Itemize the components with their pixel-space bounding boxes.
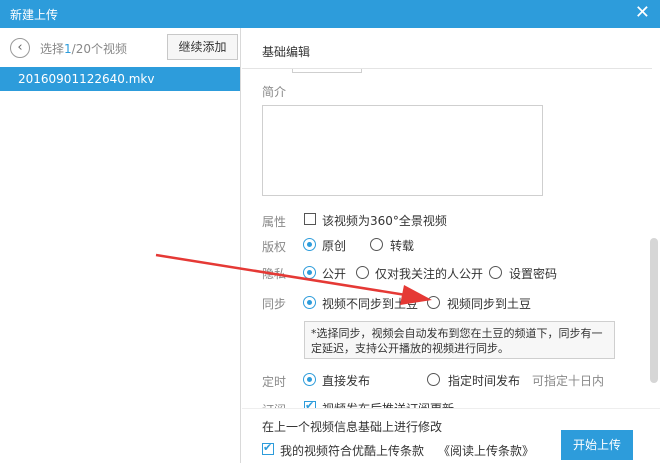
cover-select-box[interactable]	[292, 69, 362, 73]
modify-hint: 在上一个视频信息基础上进行修改	[262, 420, 443, 434]
timing-direct-radio[interactable]	[303, 373, 316, 386]
copyright-label: 版权	[262, 240, 287, 254]
panorama-360-label: 该视频为360°全景视频	[322, 214, 447, 228]
copyright-original-label: 原创	[322, 239, 347, 253]
privacy-followers-radio[interactable]	[356, 266, 369, 279]
privacy-password-radio[interactable]	[489, 266, 502, 279]
privacy-public-label: 公开	[322, 267, 347, 281]
file-list-header: ‹ 选择1/20个视频 继续添加	[0, 28, 240, 66]
sync-off-radio[interactable]	[303, 296, 316, 309]
sync-note: *选择同步，视频会自动发布到您在土豆的频道下，同步有一定延迟，支持公开播放的视频…	[304, 321, 615, 359]
title-bar: 新建上传 ✕	[0, 0, 660, 28]
close-icon[interactable]: ✕	[635, 3, 650, 23]
timing-scheduled-label: 指定时间发布	[448, 374, 521, 388]
file-list-panel: ‹ 选择1/20个视频 继续添加 20160901122640.mkv	[0, 28, 241, 463]
sync-on-label: 视频同步到土豆	[447, 297, 532, 311]
privacy-password-label: 设置密码	[509, 267, 558, 281]
copyright-original-radio[interactable]	[303, 238, 316, 251]
selection-count: 选择1/20个视频	[40, 40, 127, 57]
privacy-label: 隐私	[262, 267, 287, 281]
read-terms-link[interactable]: 《阅读上传条款》	[438, 442, 534, 459]
agree-terms-label: 我的视频符合优酷上传条款	[280, 444, 425, 458]
section-title: 基础编辑	[262, 45, 311, 59]
start-upload-button[interactable]: 开始上传	[561, 430, 633, 460]
window-title: 新建上传	[10, 8, 59, 22]
selection-count-prefix: 选择	[40, 42, 65, 56]
copyright-repost-label: 转载	[390, 239, 415, 253]
intro-textarea[interactable]	[262, 105, 543, 196]
back-arrow-icon[interactable]: ‹	[10, 38, 30, 58]
sync-label: 同步	[262, 297, 287, 311]
timing-label: 定时	[262, 375, 287, 389]
sync-on-radio[interactable]	[427, 296, 440, 309]
continue-add-button[interactable]: 继续添加	[167, 34, 238, 60]
footer-bar: 在上一个视频信息基础上进行修改 我的视频符合优酷上传条款 《阅读上传条款》 开始…	[242, 408, 660, 463]
sync-off-label: 视频不同步到土豆	[322, 297, 419, 311]
privacy-public-radio[interactable]	[303, 266, 316, 279]
agree-terms-checkbox[interactable]	[262, 441, 274, 455]
selection-count-suffix: /20个视频	[71, 42, 127, 56]
file-list-item[interactable]: 20160901122640.mkv	[0, 67, 240, 91]
copyright-repost-radio[interactable]	[370, 238, 383, 251]
selection-count-number: 1	[64, 42, 72, 56]
timing-direct-label: 直接发布	[322, 374, 371, 388]
attribute-label: 属性	[262, 215, 287, 229]
intro-label: 简介	[262, 85, 287, 99]
vertical-scrollbar[interactable]	[650, 238, 658, 383]
timing-hint: 可指定十日内	[532, 374, 605, 388]
timing-scheduled-radio[interactable]	[427, 373, 440, 386]
edit-panel: 基础编辑 简介 属性 该视频为360°全景视频 版权 原创 转载 隐私 公开 仅…	[242, 28, 660, 463]
privacy-followers-label: 仅对我关注的人公开	[375, 267, 484, 281]
panorama-360-checkbox[interactable]	[304, 213, 316, 225]
